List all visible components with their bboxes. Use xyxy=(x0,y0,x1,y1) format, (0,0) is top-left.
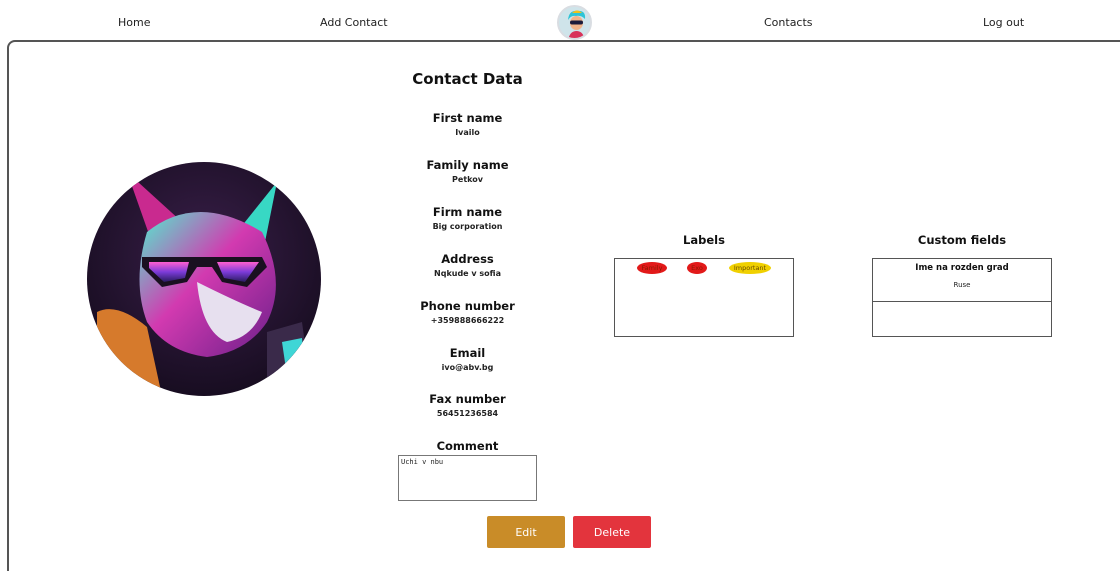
field-value: Nqkude v sofia xyxy=(434,269,501,278)
delete-button[interactable]: Delete xyxy=(573,516,651,548)
label-chip-important[interactable]: Important xyxy=(729,262,771,274)
custom-field-row: Ime na rozden grad Ruse xyxy=(873,259,1051,302)
custom-fields-title: Custom fields xyxy=(917,233,1007,247)
page-title: Contact Data xyxy=(412,70,523,88)
avatar-illustration-icon xyxy=(559,7,590,38)
fox-portrait-icon xyxy=(87,162,321,396)
user-avatar[interactable] xyxy=(557,5,592,40)
custom-fields-box: Ime na rozden grad Ruse xyxy=(872,258,1052,337)
field-label: Address xyxy=(441,252,494,266)
nav-contacts-link[interactable]: Contacts xyxy=(764,16,813,29)
field-label: Fax number xyxy=(429,392,506,406)
field-firm-name: Firm name Big corporation xyxy=(405,205,530,231)
custom-field-key: Ime na rozden grad xyxy=(915,263,1009,273)
contact-photo xyxy=(87,162,321,396)
custom-field-value: Ruse xyxy=(953,281,971,289)
nav-add-contact-link[interactable]: Add Contact xyxy=(320,16,388,29)
field-value: +359888666222 xyxy=(430,316,505,325)
field-email: Email ivo@abv.bg xyxy=(405,346,530,372)
field-value: 56451236584 xyxy=(436,409,499,418)
field-label: Firm name xyxy=(432,205,503,219)
field-value: Petkov xyxy=(452,175,483,184)
field-label: Family name xyxy=(426,158,509,172)
labels-box: Family Exo Important xyxy=(614,258,794,337)
top-nav: Home Add Contact Contacts Log out xyxy=(0,0,1120,44)
field-first-name: First name Ivailo xyxy=(405,111,530,137)
field-label: Phone number xyxy=(420,299,515,313)
comment-textarea[interactable]: Uchi v nbu xyxy=(398,455,537,501)
label-chip-family[interactable]: Family xyxy=(637,262,667,274)
field-address: Address Nqkude v sofia xyxy=(405,252,530,278)
field-label: First name xyxy=(432,111,503,125)
field-value: ivo@abv.bg xyxy=(441,363,494,372)
comment-label: Comment xyxy=(436,439,499,453)
labels-title: Labels xyxy=(683,233,725,247)
nav-logout-link[interactable]: Log out xyxy=(983,16,1024,29)
field-family-name: Family name Petkov xyxy=(405,158,530,184)
nav-home-link[interactable]: Home xyxy=(118,16,150,29)
edit-button[interactable]: Edit xyxy=(487,516,565,548)
label-chip-exo[interactable]: Exo xyxy=(687,262,707,274)
field-value: Big corporation xyxy=(432,222,503,231)
field-phone-number: Phone number +359888666222 xyxy=(405,299,530,325)
field-fax-number: Fax number 56451236584 xyxy=(405,392,530,418)
field-value: Ivailo xyxy=(455,128,480,137)
field-label: Email xyxy=(449,346,486,360)
